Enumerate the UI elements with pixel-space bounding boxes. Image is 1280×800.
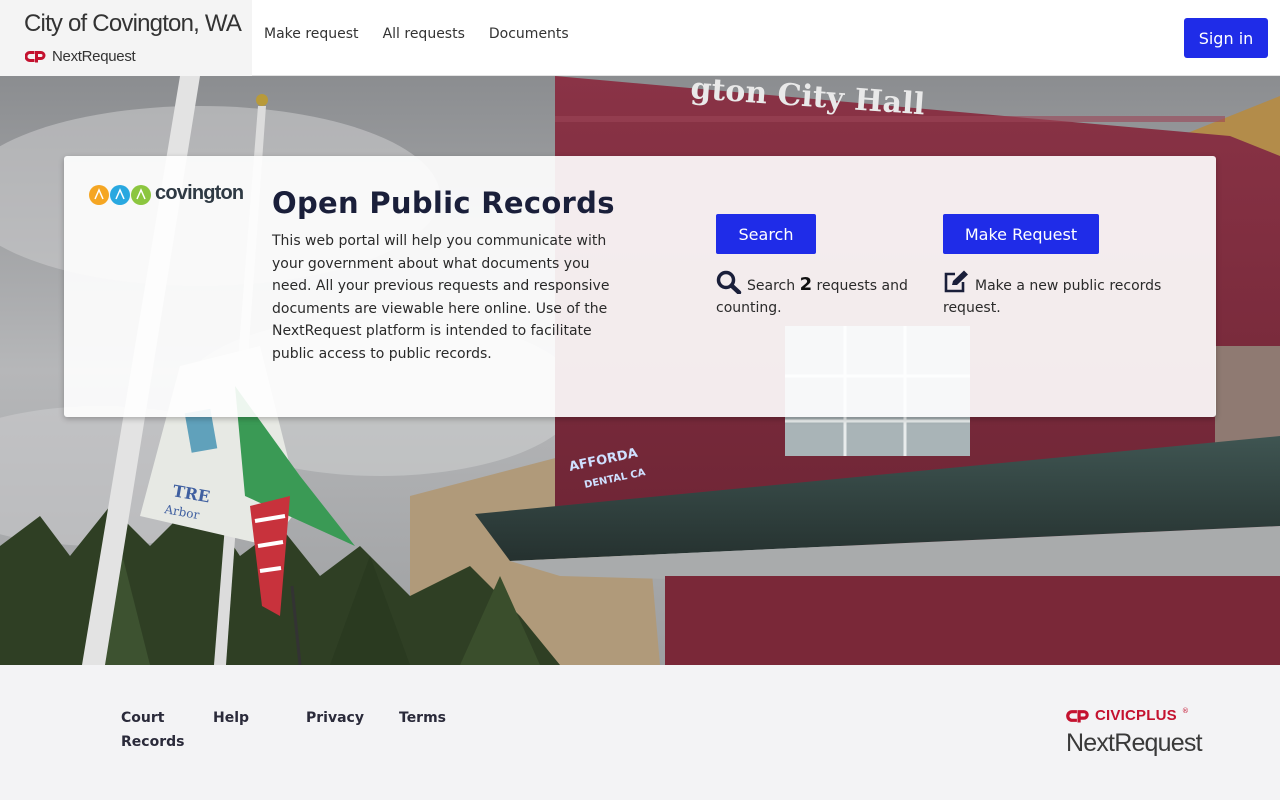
search-button[interactable]: Search <box>716 214 816 254</box>
nav-make-request[interactable]: Make request <box>264 26 359 42</box>
search-desc-after: requests and counting. <box>716 278 908 316</box>
product-brand: NextRequest <box>25 48 136 65</box>
city-title[interactable]: City of Covington, WA <box>24 10 242 38</box>
edit-icon <box>944 270 968 293</box>
hero-section: gton City Hall AFFORDA DENTAL CA TRE Arb… <box>0 76 1280 665</box>
sign-in-button[interactable]: Sign in <box>1184 18 1268 58</box>
main-nav: Make request All requests Documents <box>264 26 569 42</box>
product-name: NextRequest <box>52 48 136 65</box>
covington-logo: covington <box>88 180 250 210</box>
site-header: City of Covington, WA NextRequest Make r… <box>0 0 1280 76</box>
trademark-symbol: ® <box>1181 706 1189 715</box>
covington-logo-text: covington <box>155 181 244 204</box>
site-footer: Court Records Help Privacy Terms CIVICPL… <box>0 665 1280 800</box>
civicplus-logo-icon <box>25 51 46 63</box>
covington-logo-icon <box>89 185 151 205</box>
request-count: 2 <box>799 274 813 295</box>
make-request-button[interactable]: Make Request <box>943 214 1099 254</box>
footer-court-records-link[interactable]: Court Records <box>121 706 191 754</box>
search-desc-before: Search <box>747 278 796 294</box>
nav-documents[interactable]: Documents <box>489 26 569 42</box>
open-records-card: covington Open Public Records This web p… <box>64 156 1216 417</box>
footer-help-link[interactable]: Help <box>213 706 249 730</box>
civicplus-logo-icon <box>1066 709 1089 722</box>
nav-all-requests[interactable]: All requests <box>383 26 465 42</box>
search-icon <box>716 270 742 295</box>
footer-terms-link[interactable]: Terms <box>399 706 446 730</box>
civicplus-label: CIVICPLUS <box>1095 707 1177 724</box>
make-request-desc-text: Make a new public records request. <box>943 278 1162 316</box>
civicplus-brand: CIVICPLUS ® <box>1066 707 1189 724</box>
search-description: Search 2 requests and counting. <box>716 270 916 319</box>
portal-description: This web portal will help you communicat… <box>272 233 610 362</box>
make-request-description: Make a new public records request. <box>943 270 1173 319</box>
page-title: Open Public Records <box>272 186 615 220</box>
brand-block[interactable]: City of Covington, WA NextRequest <box>0 0 252 76</box>
nextrequest-wordmark: NextRequest <box>1066 729 1203 757</box>
footer-privacy-link[interactable]: Privacy <box>306 706 364 730</box>
